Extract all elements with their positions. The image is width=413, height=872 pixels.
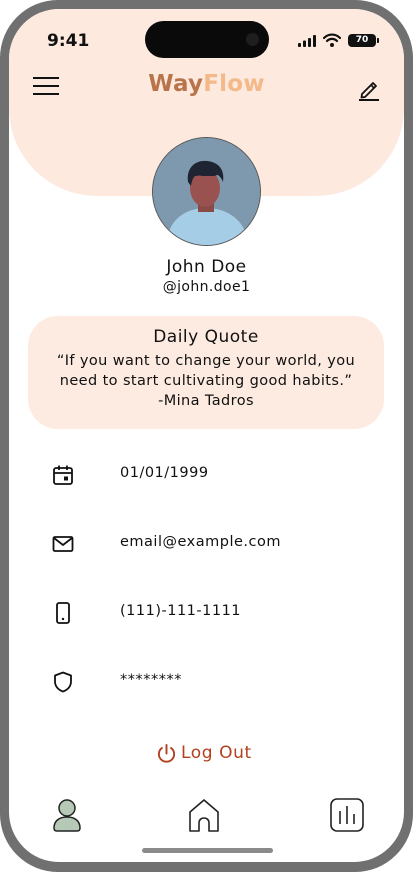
password-value: ******** <box>120 672 182 688</box>
dynamic-island <box>145 21 269 58</box>
phone-device: 9:41 70 WayFlow John Doe @john.doe1 Dail… <box>0 0 413 872</box>
detail-row-email[interactable]: email@example.com <box>9 524 404 564</box>
status-time: 9:41 <box>47 31 90 51</box>
power-icon <box>157 743 176 763</box>
detail-row-password[interactable]: ******** <box>9 662 404 702</box>
logo-way: Way <box>148 71 204 97</box>
app-logo: WayFlow <box>9 71 404 97</box>
profile-name: John Doe <box>166 257 247 277</box>
tab-home[interactable] <box>184 795 224 835</box>
calendar-icon <box>53 465 73 485</box>
profile-icon <box>53 799 81 832</box>
pencil-edit-icon[interactable] <box>358 77 380 101</box>
detail-row-phone[interactable]: (111)-111-1111 <box>9 593 404 633</box>
camera-dot <box>246 33 259 46</box>
app-screen: 9:41 70 WayFlow John Doe @john.doe1 Dail… <box>9 9 404 862</box>
home-icon <box>189 799 219 832</box>
tab-profile[interactable] <box>47 795 87 835</box>
daily-quote-card: Daily Quote “If you want to change your … <box>28 316 384 429</box>
quote-title: Daily Quote <box>153 327 259 347</box>
wifi-icon <box>323 33 341 47</box>
logout-label: Log Out <box>181 743 252 763</box>
tab-stats[interactable] <box>327 795 367 835</box>
phone-icon <box>56 602 70 624</box>
profile-handle: @john.doe1 <box>162 279 251 295</box>
user-avatar[interactable] <box>152 137 261 246</box>
stats-icon <box>330 798 364 832</box>
home-indicator[interactable] <box>142 848 273 853</box>
quote-text: “If you want to change your world, you n… <box>56 353 356 409</box>
avatar-illustration <box>153 138 260 245</box>
mail-icon <box>52 536 74 552</box>
logo-flow: Flow <box>203 71 265 97</box>
email-value: email@example.com <box>120 534 281 550</box>
detail-row-birthday[interactable]: 01/01/1999 <box>9 455 404 495</box>
birthday-value: 01/01/1999 <box>120 465 209 481</box>
phone-value: (111)-111-1111 <box>120 603 242 619</box>
shield-icon <box>54 671 72 693</box>
signal-icon <box>298 35 316 47</box>
battery-indicator: 70 <box>348 34 379 47</box>
